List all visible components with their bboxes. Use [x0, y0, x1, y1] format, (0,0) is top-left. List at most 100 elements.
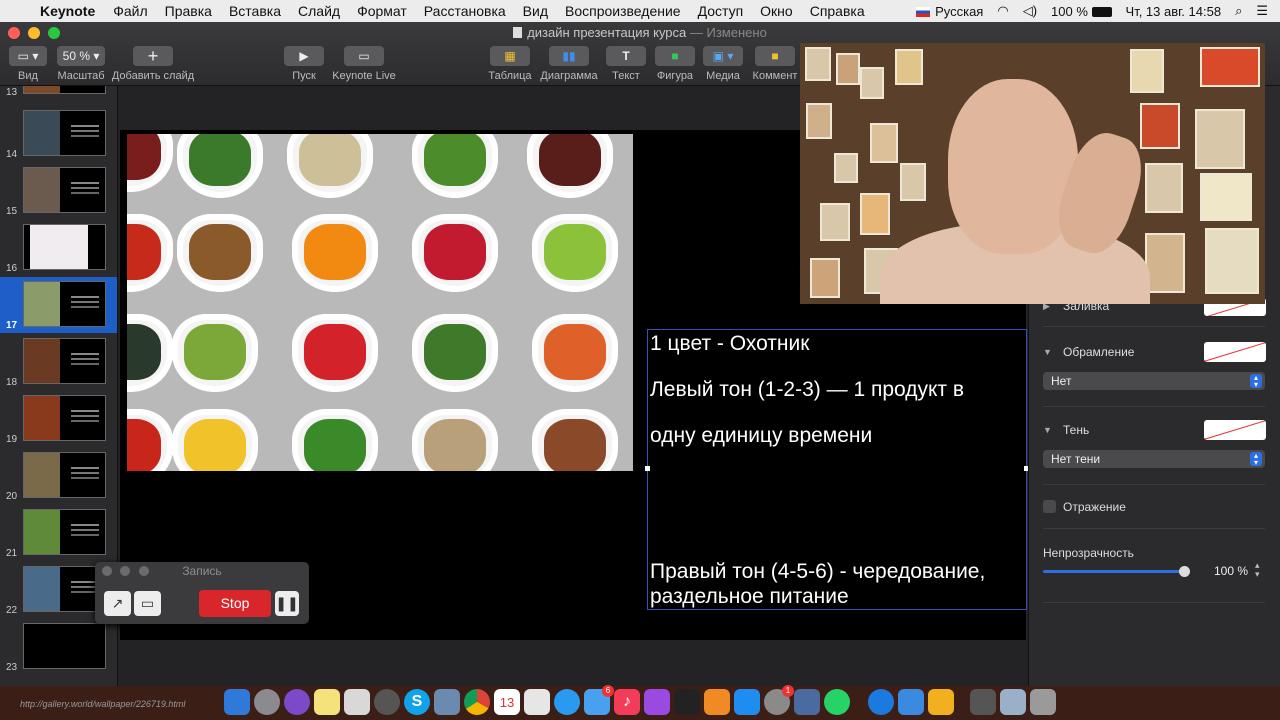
app-store-icon[interactable] [734, 689, 760, 715]
document-status: — Изменено [689, 25, 767, 40]
slide-number: 18 [6, 377, 18, 388]
text-icon: T [606, 46, 646, 66]
wifi-icon[interactable]: ◠ [997, 3, 1008, 19]
zoom-select[interactable]: 50 % ▾ Масштаб [55, 46, 107, 82]
shadow-disclosure-icon[interactable]: ▼ [1043, 425, 1052, 435]
downloads-stack-icon[interactable] [970, 689, 996, 715]
textedit-icon[interactable] [344, 689, 370, 715]
menu-file[interactable]: Файл [113, 3, 147, 19]
clock[interactable]: Чт, 13 авг. 14:58 [1126, 4, 1222, 19]
reflection-checkbox[interactable] [1043, 500, 1056, 513]
slide-text-line-5: раздельное питание [650, 585, 849, 608]
shadow-style-value: Нет тени [1051, 452, 1101, 466]
opacity-stepper[interactable]: ▴ ▾ [1255, 561, 1260, 579]
slide-number: 23 [6, 662, 18, 673]
notes-icon[interactable] [314, 689, 340, 715]
messages-icon[interactable] [554, 689, 580, 715]
border-disclosure-icon[interactable]: ▼ [1043, 347, 1052, 357]
zoom-value: 50 % [62, 49, 90, 63]
screen-recorder-icon[interactable] [794, 689, 820, 715]
opacity-value[interactable]: 100 % [1214, 564, 1248, 578]
view-label: Вид [18, 70, 38, 82]
menu-share[interactable]: Доступ [698, 3, 744, 19]
slide-thumb-21[interactable]: 21 [0, 505, 117, 561]
menu-edit[interactable]: Правка [165, 3, 212, 19]
menu-app-name[interactable]: Keynote [40, 3, 95, 19]
comment-button[interactable]: ■ Коммент [750, 46, 800, 82]
system-preferences-icon[interactable]: 1 [764, 685, 794, 715]
slide-thumb-13[interactable]: 13 [0, 86, 117, 100]
shape-button[interactable]: ■ Фигура [654, 46, 696, 82]
safari-icon[interactable] [868, 689, 894, 715]
dock: http://gallery.world/wallpaper/226719.ht… [0, 685, 1280, 720]
chart-label: Диаграмма [540, 70, 598, 82]
openai-icon[interactable] [374, 689, 400, 715]
podcasts-icon[interactable] [644, 689, 670, 715]
opacity-slider-knob[interactable] [1179, 566, 1190, 577]
pages-icon[interactable] [524, 689, 550, 715]
text-button[interactable]: T Текст [606, 46, 646, 82]
books-icon[interactable] [704, 689, 730, 715]
slide-thumb-23[interactable]: 23 [0, 619, 117, 675]
control-center-icon[interactable]: ☰ [1256, 3, 1268, 19]
slide-thumb-15[interactable]: 15 [0, 163, 117, 219]
battery-status[interactable]: 100 % [1051, 4, 1112, 19]
resize-handle-left[interactable] [645, 466, 650, 471]
menu-slide[interactable]: Слайд [298, 3, 340, 19]
chart-button[interactable]: ▮▮ Диаграмма [537, 46, 601, 82]
menu-view[interactable]: Вид [523, 3, 548, 19]
menu-insert[interactable]: Вставка [229, 3, 281, 19]
stop-recording-button[interactable]: Stop [199, 590, 271, 617]
music-icon[interactable]: ♪ [614, 689, 640, 715]
slide-thumb-17[interactable]: 17 [0, 277, 117, 333]
menu-help[interactable]: Справка [810, 3, 865, 19]
preview-icon[interactable] [434, 689, 460, 715]
skype-icon[interactable]: S [404, 689, 430, 715]
window-title: дизайн презентация курса — Изменено [0, 25, 1280, 40]
opacity-slider-track[interactable] [1043, 570, 1185, 573]
keynote-live-button[interactable]: ▭ Keynote Live [330, 46, 398, 82]
input-source[interactable]: Русская [916, 4, 983, 19]
trash-icon[interactable] [1030, 689, 1056, 715]
menu-play[interactable]: Воспроизведение [565, 3, 681, 19]
view-button[interactable]: ▭ ▾ Вид [6, 46, 50, 82]
shadow-color-well[interactable] [1204, 420, 1266, 440]
media-button[interactable]: ▣ ▾ Медиа [702, 46, 744, 82]
apple-tv-icon[interactable] [674, 689, 700, 715]
chrome-icon[interactable] [464, 689, 490, 715]
comment-label: Коммент [752, 70, 798, 82]
table-button[interactable]: ▦ Таблица [486, 46, 534, 82]
menu-window[interactable]: Окно [760, 3, 793, 19]
whatsapp-icon[interactable] [824, 689, 850, 715]
food-hearts-image[interactable] [127, 134, 633, 471]
slide-thumb-20[interactable]: 20 [0, 448, 117, 504]
launchpad-icon[interactable] [254, 689, 280, 715]
slide-thumb-18[interactable]: 18 [0, 334, 117, 390]
pause-icon[interactable]: ❚❚ [275, 591, 299, 616]
spotlight-search-icon[interactable]: ⌕ [1235, 3, 1242, 19]
table-icon: ▦ [490, 46, 530, 66]
add-slide-button[interactable]: + Добавить слайд [110, 46, 196, 83]
volume-icon[interactable]: ◁) [1023, 3, 1037, 19]
slide-thumbnail [23, 224, 106, 270]
reeder-icon[interactable] [928, 689, 954, 715]
finder-icon[interactable] [224, 689, 250, 715]
siri-icon[interactable] [284, 689, 310, 715]
keynote-icon[interactable] [898, 689, 924, 715]
menu-arrange[interactable]: Расстановка [424, 3, 506, 19]
slide-thumb-19[interactable]: 19 [0, 391, 117, 447]
rectangle-tool-icon[interactable]: ▭ [134, 591, 161, 616]
shadow-style-select[interactable]: Нет тени ▴ ▾ [1043, 450, 1265, 468]
slide-text-box[interactable]: 1 цвет - Охотник Левый тон (1-2-3) — 1 п… [645, 329, 1029, 610]
calendar-icon[interactable]: 13 [494, 689, 520, 715]
arrow-tool-icon[interactable]: ↗ [104, 591, 131, 616]
slide-thumb-14[interactable]: 14 [0, 106, 117, 162]
mail-icon[interactable]: 6 [584, 685, 614, 715]
keynote-live-icon: ▭ [344, 46, 384, 66]
border-color-well[interactable] [1204, 342, 1266, 362]
border-style-select[interactable]: Нет ▴ ▾ [1043, 372, 1265, 390]
play-button[interactable]: ▶ Пуск [284, 46, 324, 82]
menu-format[interactable]: Формат [357, 3, 407, 19]
documents-stack-icon[interactable] [1000, 689, 1026, 715]
slide-thumb-16[interactable]: 16 [0, 220, 117, 276]
